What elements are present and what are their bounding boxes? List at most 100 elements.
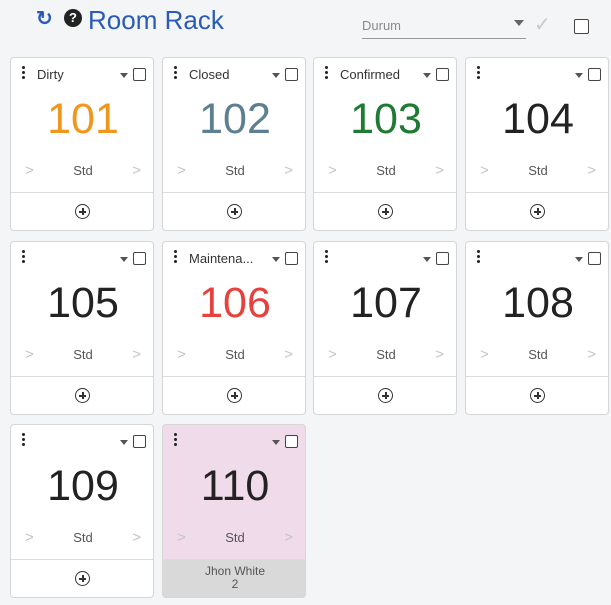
chevron-down-icon[interactable]: [575, 73, 583, 78]
add-circle-icon[interactable]: [378, 204, 393, 219]
more-vertical-icon[interactable]: [21, 433, 27, 451]
chevron-down-icon[interactable]: [120, 440, 128, 445]
next-chevron-icon[interactable]: >: [132, 529, 141, 546]
chevron-down-icon[interactable]: [575, 257, 583, 262]
room-number: 106: [199, 279, 271, 327]
room-type-row: > Std >: [314, 162, 456, 182]
next-chevron-icon[interactable]: >: [132, 346, 141, 363]
room-checkbox[interactable]: [133, 68, 146, 81]
room-card-occupied[interactable]: 110 > Std > Jhon White 2: [162, 424, 306, 598]
card-footer: [314, 192, 456, 230]
add-circle-icon[interactable]: [75, 204, 90, 219]
guest-name: Jhon White: [204, 564, 266, 578]
room-status-label: Dirty: [37, 67, 64, 82]
chevron-down-icon[interactable]: [423, 73, 431, 78]
room-card[interactable]: Dirty 101 > Std >: [10, 57, 154, 231]
next-chevron-icon[interactable]: >: [284, 346, 293, 363]
status-filter-placeholder: Durum: [362, 18, 402, 33]
add-circle-icon[interactable]: [530, 388, 545, 403]
chevron-down-icon[interactable]: [272, 257, 280, 262]
guest-footer[interactable]: Jhon White 2: [163, 559, 305, 597]
room-checkbox[interactable]: [285, 252, 298, 265]
next-chevron-icon[interactable]: >: [435, 162, 444, 179]
chevron-down-icon: [514, 20, 524, 26]
room-card[interactable]: Closed 102 > Std >: [162, 57, 306, 231]
add-circle-icon[interactable]: [75, 571, 90, 586]
room-checkbox[interactable]: [133, 252, 146, 265]
room-number: 101: [47, 95, 119, 143]
room-card[interactable]: 105 > Std >: [10, 241, 154, 415]
help-icon[interactable]: ?: [64, 9, 82, 27]
more-vertical-icon[interactable]: [173, 250, 179, 268]
header: ↻ ? Room Rack Durum ✓: [0, 0, 611, 46]
room-type-row: > Std >: [11, 529, 153, 549]
chevron-down-icon[interactable]: [272, 440, 280, 445]
page-title: Room Rack: [88, 5, 224, 35]
card-footer: [11, 192, 153, 230]
room-checkbox[interactable]: [588, 252, 601, 265]
status-filter-select[interactable]: Durum: [362, 12, 526, 39]
checkmark-icon[interactable]: ✓: [534, 14, 556, 36]
room-number: 108: [502, 279, 574, 327]
chevron-down-icon[interactable]: [120, 257, 128, 262]
room-card[interactable]: Maintena... 106 > Std >: [162, 241, 306, 415]
next-chevron-icon[interactable]: >: [587, 162, 596, 179]
more-vertical-icon[interactable]: [324, 66, 330, 84]
add-circle-icon[interactable]: [378, 388, 393, 403]
room-number: 104: [502, 95, 574, 143]
more-vertical-icon[interactable]: [173, 433, 179, 451]
room-type-row: > Std >: [11, 346, 153, 366]
next-chevron-icon[interactable]: >: [587, 346, 596, 363]
room-number: 110: [200, 462, 270, 510]
add-circle-icon[interactable]: [227, 388, 242, 403]
room-card[interactable]: 104 > Std >: [465, 57, 609, 231]
card-footer: [314, 376, 456, 414]
room-status-label: Maintena...: [189, 251, 254, 266]
more-vertical-icon[interactable]: [21, 66, 27, 84]
room-status-label: Confirmed: [340, 67, 400, 82]
chevron-down-icon[interactable]: [120, 73, 128, 78]
room-type-row: > Std >: [163, 162, 305, 182]
add-circle-icon[interactable]: [227, 204, 242, 219]
room-number: 107: [350, 279, 422, 327]
add-circle-icon[interactable]: [75, 388, 90, 403]
room-card[interactable]: Confirmed 103 > Std >: [313, 57, 457, 231]
room-number: 109: [47, 462, 119, 510]
room-card[interactable]: 107 > Std >: [313, 241, 457, 415]
more-vertical-icon[interactable]: [476, 250, 482, 268]
room-type-row: > Std >: [314, 346, 456, 366]
room-type-row: > Std >: [466, 346, 608, 366]
more-vertical-icon[interactable]: [173, 66, 179, 84]
room-checkbox[interactable]: [588, 68, 601, 81]
room-checkbox[interactable]: [436, 68, 449, 81]
room-card[interactable]: 108 > Std >: [465, 241, 609, 415]
add-circle-icon[interactable]: [530, 204, 545, 219]
card-footer: [163, 192, 305, 230]
room-type-row: > Std >: [466, 162, 608, 182]
room-checkbox[interactable]: [133, 435, 146, 448]
card-footer: [466, 376, 608, 414]
select-all-checkbox[interactable]: [574, 19, 589, 34]
room-card[interactable]: 109 > Std >: [10, 424, 154, 598]
chevron-down-icon[interactable]: [272, 73, 280, 78]
card-footer: [11, 559, 153, 597]
room-checkbox[interactable]: [285, 68, 298, 81]
room-type-row: > Std >: [163, 529, 305, 549]
more-vertical-icon[interactable]: [476, 66, 482, 84]
next-chevron-icon[interactable]: >: [284, 529, 293, 546]
chevron-down-icon[interactable]: [423, 257, 431, 262]
room-type-row: > Std >: [163, 346, 305, 366]
next-chevron-icon[interactable]: >: [132, 162, 141, 179]
room-number: 103: [350, 95, 422, 143]
room-status-label: Closed: [189, 67, 230, 82]
room-number: 102: [199, 95, 271, 143]
room-number: 105: [47, 279, 119, 327]
next-chevron-icon[interactable]: >: [435, 346, 444, 363]
next-chevron-icon[interactable]: >: [284, 162, 293, 179]
more-vertical-icon[interactable]: [324, 250, 330, 268]
card-footer: [11, 376, 153, 414]
more-vertical-icon[interactable]: [21, 250, 27, 268]
room-checkbox[interactable]: [285, 435, 298, 448]
refresh-icon[interactable]: ↻: [36, 8, 54, 30]
room-checkbox[interactable]: [436, 252, 449, 265]
